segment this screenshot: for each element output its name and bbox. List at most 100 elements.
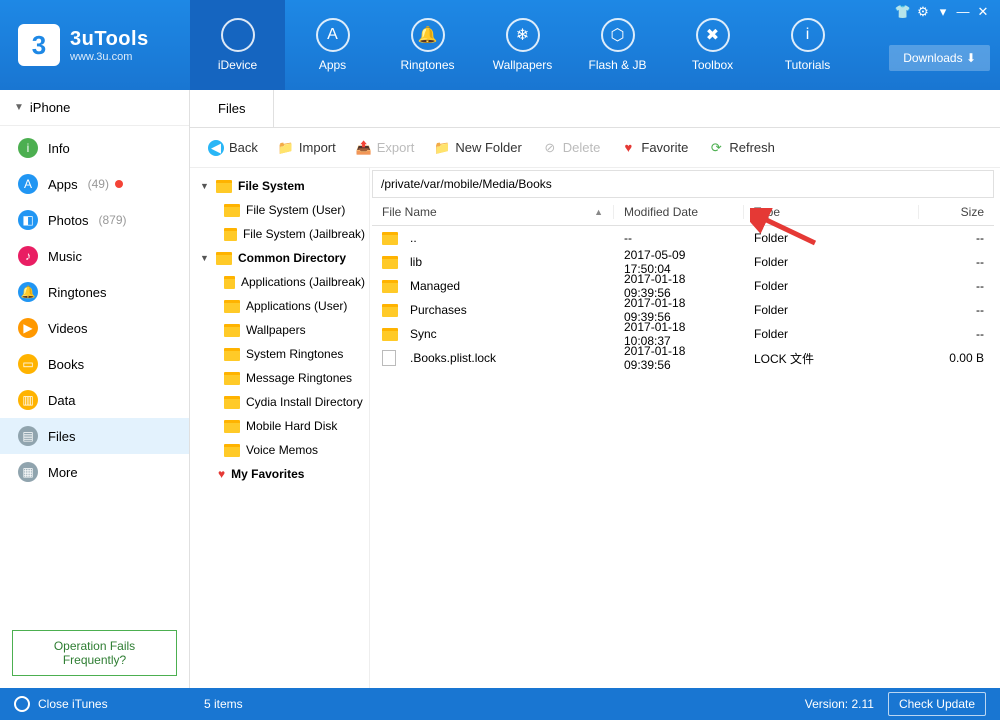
close-icon[interactable]: ✕ — [974, 4, 992, 20]
sidebar-item-data[interactable]: ▥Data — [0, 382, 189, 418]
refresh-button[interactable]: ⟳Refresh — [700, 136, 783, 160]
top-nav: iDeviceAApps🔔Ringtones❄Wallpapers⬡Flash … — [190, 0, 1000, 90]
sidebar: ▼ iPhone iInfoAApps(49)◧Photos(879)♪Musi… — [0, 90, 190, 688]
photos-icon: ◧ — [18, 210, 38, 230]
folder-icon — [224, 204, 240, 217]
sidebar-item-more[interactable]: ▦More — [0, 454, 189, 490]
folder-icon — [224, 228, 237, 241]
device-name: iPhone — [30, 100, 70, 115]
close-itunes-button[interactable]: Close iTunes — [14, 696, 204, 712]
gear-icon[interactable]: ⚙ — [914, 4, 932, 20]
books-icon: ▭ — [18, 354, 38, 374]
tree-item[interactable]: Message Ringtones — [190, 366, 369, 390]
files-icon: ▤ — [18, 426, 38, 446]
back-icon: ◀ — [208, 140, 224, 156]
chevron-down-icon: ▼ — [14, 102, 24, 113]
sidebar-item-photos[interactable]: ◧Photos(879) — [0, 202, 189, 238]
tree-item[interactable]: Mobile Hard Disk — [190, 414, 369, 438]
nav-flash-jb[interactable]: ⬡Flash & JB — [570, 0, 665, 90]
folder-icon — [224, 348, 240, 361]
delete-button[interactable]: ⊘Delete — [534, 136, 609, 160]
status-bar: Close iTunes 5 items Version: 2.11 Check… — [0, 688, 1000, 720]
col-size[interactable]: Size — [919, 205, 994, 219]
folder-tree: ▼File SystemFile System (User)File Syste… — [190, 168, 370, 688]
heart-icon: ♥ — [218, 467, 225, 481]
check-update-button[interactable]: Check Update — [888, 692, 986, 716]
sidebar-item-videos[interactable]: ▶Videos — [0, 310, 189, 346]
path-bar[interactable] — [372, 170, 994, 198]
sidebar-item-apps[interactable]: AApps(49) — [0, 166, 189, 202]
minimize-icon[interactable]: — — [954, 4, 972, 20]
favorite-button[interactable]: ♥Favorite — [612, 136, 696, 160]
folder-icon — [224, 276, 235, 289]
brand-site: www.3u.com — [70, 51, 149, 63]
sidebar-item-ringtones[interactable]: 🔔Ringtones — [0, 274, 189, 310]
file-row[interactable]: lib2017-05-09 17:50:04Folder-- — [372, 250, 994, 274]
folder-icon — [382, 232, 398, 245]
file-row[interactable]: ..--Folder-- — [372, 226, 994, 250]
sidebar-item-music[interactable]: ♪Music — [0, 238, 189, 274]
file-row[interactable]: Managed2017-01-18 09:39:56Folder-- — [372, 274, 994, 298]
nav-tutorials[interactable]: iTutorials — [760, 0, 855, 90]
tree-item[interactable]: File System (User) — [190, 198, 369, 222]
import-button[interactable]: 📁Import — [270, 136, 344, 160]
nav-wallpapers[interactable]: ❄Wallpapers — [475, 0, 570, 90]
delete-icon: ⊘ — [542, 140, 558, 156]
sort-asc-icon: ▲ — [594, 207, 603, 217]
sidebar-item-books[interactable]: ▭Books — [0, 346, 189, 382]
col-modified-date[interactable]: Modified Date — [614, 205, 744, 219]
file-row[interactable]: Sync2017-01-18 10:08:37Folder-- — [372, 322, 994, 346]
new-folder-button[interactable]: 📁New Folder — [426, 136, 529, 160]
chevron-down-icon: ▼ — [200, 253, 210, 263]
sidebar-item-info[interactable]: iInfo — [0, 130, 189, 166]
tree-item[interactable]: Voice Memos — [190, 438, 369, 462]
back-button[interactable]: ◀Back — [200, 136, 266, 160]
downloads-label: Downloads — [903, 51, 962, 65]
tree-item[interactable]: System Ringtones — [190, 342, 369, 366]
nav-idevice[interactable]: iDevice — [190, 0, 285, 90]
import-icon: 📁 — [278, 140, 294, 156]
tree-group[interactable]: ▼File System — [190, 174, 369, 198]
tab-files[interactable]: Files — [190, 90, 274, 127]
apps-icon: A — [18, 174, 38, 194]
tree-favorites[interactable]: ♥My Favorites — [190, 462, 369, 486]
heart-icon: ♥ — [620, 140, 636, 156]
file-list-panel: File Name▲ Modified Date Type Size ..--F… — [370, 168, 1000, 688]
videos-icon: ▶ — [18, 318, 38, 338]
main-panel: Files ◀Back 📁Import 📤Export 📁New Folder … — [190, 90, 1000, 688]
downloads-button[interactable]: Downloads ⬇ — [889, 45, 990, 71]
nav-apps[interactable]: AApps — [285, 0, 380, 90]
toolbar: ◀Back 📁Import 📤Export 📁New Folder ⊘Delet… — [190, 128, 1000, 168]
folder-icon — [224, 420, 240, 433]
nav-toolbox[interactable]: ✖Toolbox — [665, 0, 760, 90]
window-controls: 👕 ⚙ ▾ — ✕ — [886, 0, 1000, 24]
nav-icon: A — [316, 18, 350, 52]
chevron-down-icon: ▼ — [200, 181, 210, 191]
export-button[interactable]: 📤Export — [348, 136, 423, 160]
path-input[interactable] — [381, 177, 985, 191]
device-selector[interactable]: ▼ iPhone — [0, 90, 189, 126]
operation-fails-link[interactable]: Operation Fails Frequently? — [12, 630, 177, 676]
logo: 3 3uTools www.3u.com — [0, 0, 190, 90]
col-type[interactable]: Type — [744, 205, 919, 219]
nav-icon: ❄ — [506, 18, 540, 52]
folder-icon — [224, 372, 240, 385]
nav-ringtones[interactable]: 🔔Ringtones — [380, 0, 475, 90]
tshirt-icon[interactable]: 👕 — [894, 4, 912, 20]
dropdown-icon[interactable]: ▾ — [934, 4, 952, 20]
col-file-name[interactable]: File Name▲ — [372, 205, 614, 219]
sidebar-item-files[interactable]: ▤Files — [0, 418, 189, 454]
file-row[interactable]: Purchases2017-01-18 09:39:56Folder-- — [372, 298, 994, 322]
tree-item[interactable]: Wallpapers — [190, 318, 369, 342]
nav-icon: i — [791, 18, 825, 52]
tree-item[interactable]: Applications (Jailbreak) — [190, 270, 369, 294]
file-row[interactable]: .Books.plist.lock2017-01-18 09:39:56LOCK… — [372, 346, 994, 370]
tree-group[interactable]: ▼Common Directory — [190, 246, 369, 270]
tree-item[interactable]: File System (Jailbreak) — [190, 222, 369, 246]
status-version: Version: 2.11 — [805, 697, 874, 711]
music-icon: ♪ — [18, 246, 38, 266]
tree-item[interactable]: Cydia Install Directory — [190, 390, 369, 414]
tree-item[interactable]: Applications (User) — [190, 294, 369, 318]
refresh-icon: ⟳ — [708, 140, 724, 156]
folder-icon — [382, 256, 398, 269]
